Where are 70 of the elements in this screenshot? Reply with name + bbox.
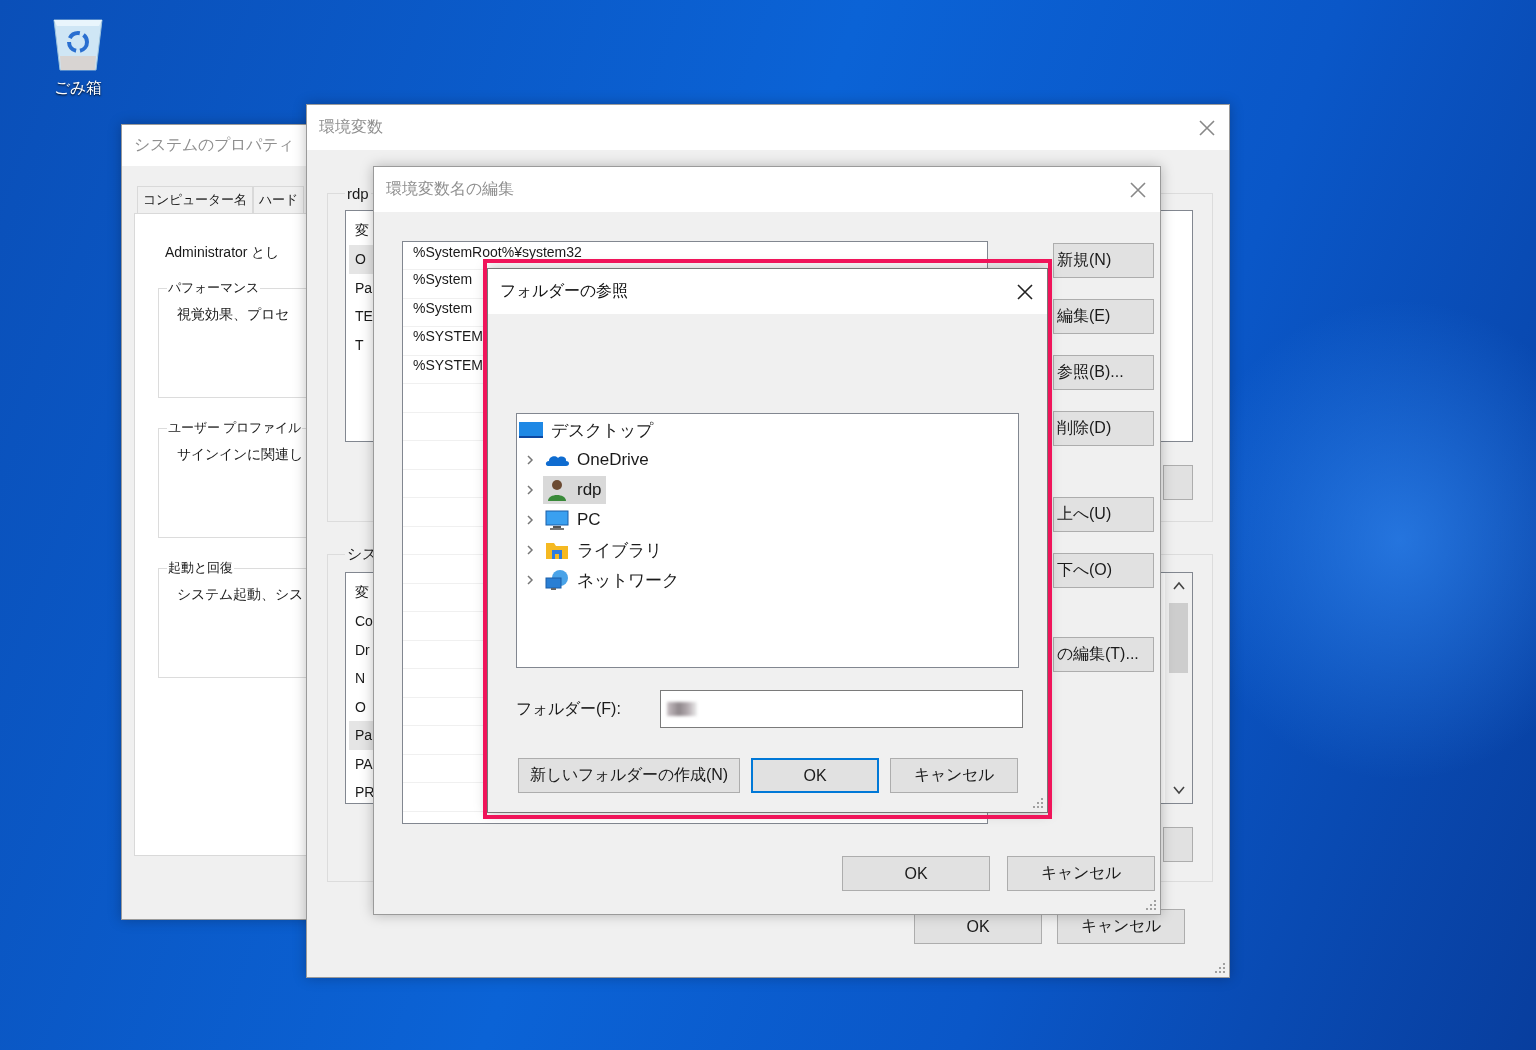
list-row[interactable]: N <box>349 664 374 693</box>
tree-item[interactable]: rdp <box>543 476 606 504</box>
description-text: システム起動、シス <box>177 586 303 604</box>
tree-item[interactable]: デスクトップ <box>517 416 657 444</box>
group-label: ユーザー プロファイル <box>167 420 303 437</box>
side-button[interactable]: 上へ(U) <box>1053 497 1154 532</box>
dialog-button[interactable]: OK <box>842 856 990 891</box>
list-row[interactable]: TE <box>349 302 374 331</box>
list-row[interactable]: Dr <box>349 635 374 664</box>
dialog-button[interactable]: OK <box>751 758 879 793</box>
tree-item[interactable]: OneDrive <box>543 446 653 474</box>
network-icon <box>545 569 569 591</box>
list-row[interactable]: O <box>349 245 374 274</box>
tree-item[interactable]: PC <box>543 506 605 534</box>
description-text: Administrator とし <box>165 244 280 262</box>
side-button[interactable]: 削除(D) <box>1053 411 1154 446</box>
desktop-icon <box>519 419 543 441</box>
window-title: フォルダーの参照 <box>500 281 628 301</box>
group-label: パフォーマンス <box>167 280 260 297</box>
window-title: システムのプロパティ <box>134 135 294 155</box>
side-button[interactable]: 参照(B)... <box>1053 355 1154 390</box>
group-label: rdp <box>346 185 370 202</box>
list-row[interactable]: Pa <box>349 721 374 750</box>
desktop-icon-label[interactable]: ごみ箱 <box>54 78 102 99</box>
scroll-bar[interactable] <box>1165 573 1192 803</box>
side-button[interactable]: 編集(E) <box>1053 299 1154 334</box>
resize-grip-icon[interactable] <box>1214 962 1226 974</box>
column-header: 変 <box>354 221 370 240</box>
scroll-up-icon[interactable] <box>1172 581 1185 591</box>
tab[interactable]: コンピューター名 <box>137 186 253 213</box>
list-row[interactable]: PA <box>349 749 374 778</box>
list-row[interactable]: %System <box>403 265 473 294</box>
list-row[interactable]: PR <box>349 778 374 803</box>
resize-grip-icon[interactable] <box>1145 899 1157 911</box>
folder-input-field[interactable] <box>660 690 1023 728</box>
list-row[interactable]: %System <box>403 293 473 322</box>
monitor-icon <box>545 509 569 531</box>
side-button[interactable]: 下へ(O) <box>1053 553 1154 588</box>
blur-patch <box>667 702 697 716</box>
group-label: 起動と回復 <box>167 560 234 577</box>
window-title: 環境変数 <box>319 117 383 137</box>
chevron-icon[interactable] <box>525 544 535 556</box>
dialog-button[interactable]: キャンセル <box>890 758 1018 793</box>
resize-grip-icon[interactable] <box>1032 797 1044 809</box>
chevron-icon[interactable] <box>525 484 535 496</box>
field-label: フォルダー(F): <box>516 698 622 719</box>
tree-item[interactable]: ネットワーク <box>543 566 683 594</box>
window-title: 環境変数名の編集 <box>386 179 514 199</box>
chevron-icon[interactable] <box>525 454 535 466</box>
chevron-icon[interactable] <box>525 514 535 526</box>
side-button[interactable]: の編集(T)... <box>1053 637 1154 672</box>
description-text: サインインに関連し <box>177 446 303 464</box>
dialog-button[interactable]: 新しいフォルダーの作成(N) <box>518 758 740 793</box>
close-icon[interactable] <box>1017 283 1033 300</box>
list-row[interactable]: %SYSTEM <box>403 350 483 379</box>
list-row[interactable]: %SYSTEM <box>403 322 483 351</box>
dialog-button[interactable]: キャンセル <box>1007 856 1155 891</box>
description-text: 視覚効果、プロセ <box>177 306 289 324</box>
list-row[interactable]: O <box>349 692 374 721</box>
chevron-icon[interactable] <box>525 574 535 586</box>
user-icon <box>545 479 569 501</box>
scroll-thumb[interactable] <box>1169 603 1188 673</box>
side-button[interactable]: 新規(N) <box>1053 243 1154 278</box>
column-header: 変 <box>354 583 370 602</box>
tree-item[interactable]: ライブラリ <box>543 536 666 564</box>
list-row[interactable]: Co <box>349 607 374 636</box>
list-row[interactable]: T <box>349 330 374 359</box>
tab[interactable]: ハード <box>253 186 304 213</box>
scroll-down-icon[interactable] <box>1172 785 1185 795</box>
list-row[interactable]: Pa <box>349 273 374 302</box>
